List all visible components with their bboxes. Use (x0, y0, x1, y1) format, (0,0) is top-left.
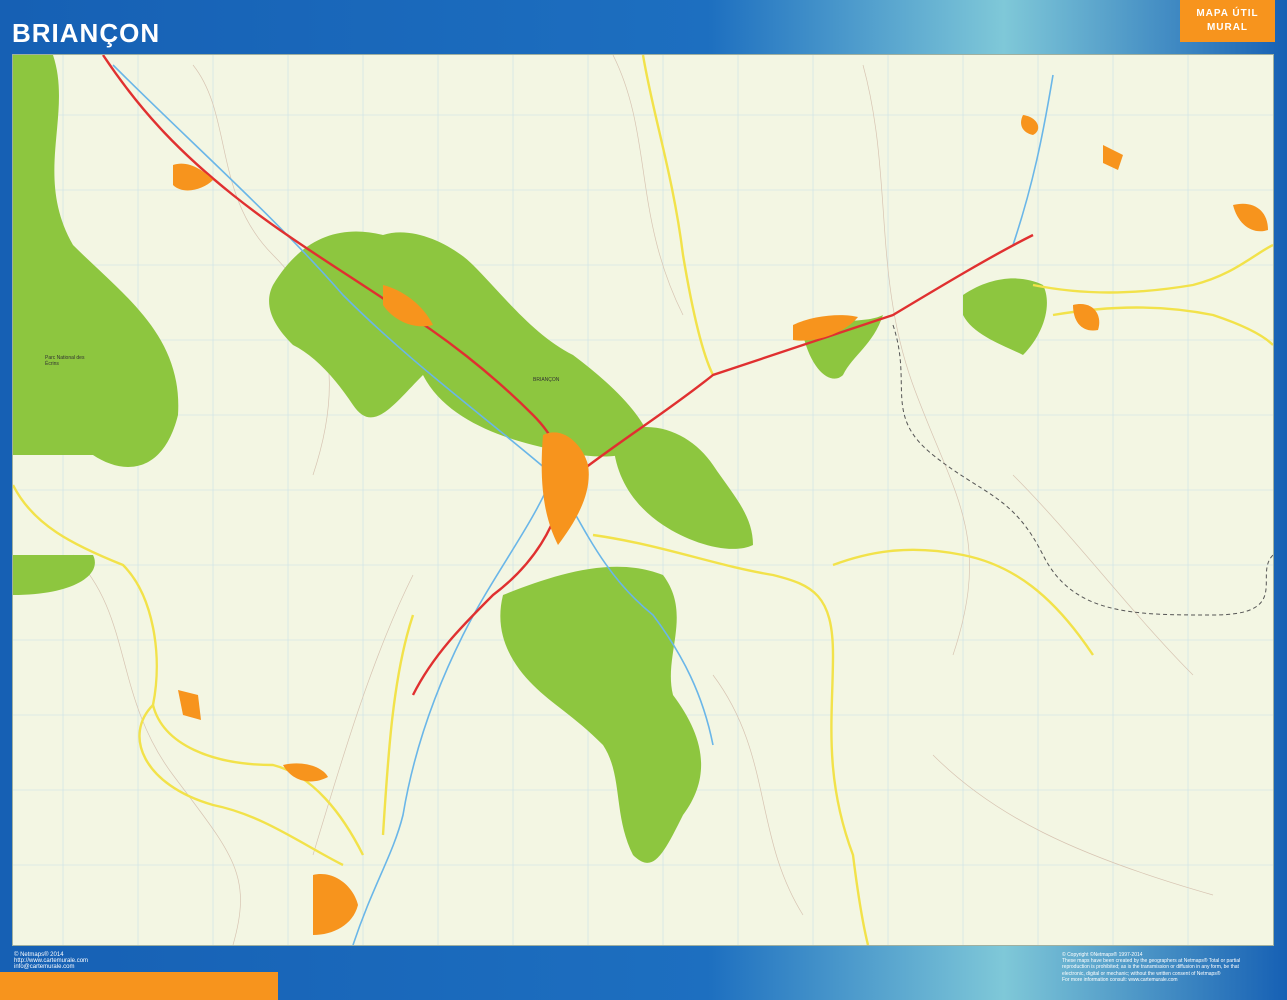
footer-copyright: © Copyright ©Netmaps® 1997-2014 These ma… (1062, 952, 1277, 983)
footer-accent-bar (0, 972, 278, 1000)
map-canvas[interactable]: Parc National des Écrins BRIANÇON (12, 54, 1274, 946)
forest-central-east (613, 426, 753, 549)
map-drawing (13, 55, 1273, 945)
badge-line-1: MAPA ÚTIL (1196, 8, 1259, 19)
forest-areas (13, 55, 1047, 863)
forest-west-small (13, 555, 95, 595)
copyright-line-5: For more information consult: www.cartem… (1062, 976, 1178, 983)
border-line (892, 324, 1273, 616)
label-briancon: BRIANÇON (533, 377, 560, 383)
rivers (112, 64, 1054, 945)
forest-east-b (963, 278, 1047, 355)
footer-credit-email[interactable]: info@cartemurale.com (14, 964, 88, 970)
label-park: Parc National des Écrins (45, 355, 85, 367)
badge-line-2: MURAL (1206, 22, 1249, 33)
poster-frame: BRIANÇON MAPA ÚTIL MURAL Parc National d… (0, 0, 1287, 1000)
footer-credits: © Netmaps® 2014 http://www.cartemurale.c… (14, 952, 88, 970)
brand-badge[interactable]: MAPA ÚTIL MURAL (1180, 0, 1275, 42)
forest-park-west (13, 55, 179, 467)
map-title: BRIANÇON (12, 18, 161, 48)
